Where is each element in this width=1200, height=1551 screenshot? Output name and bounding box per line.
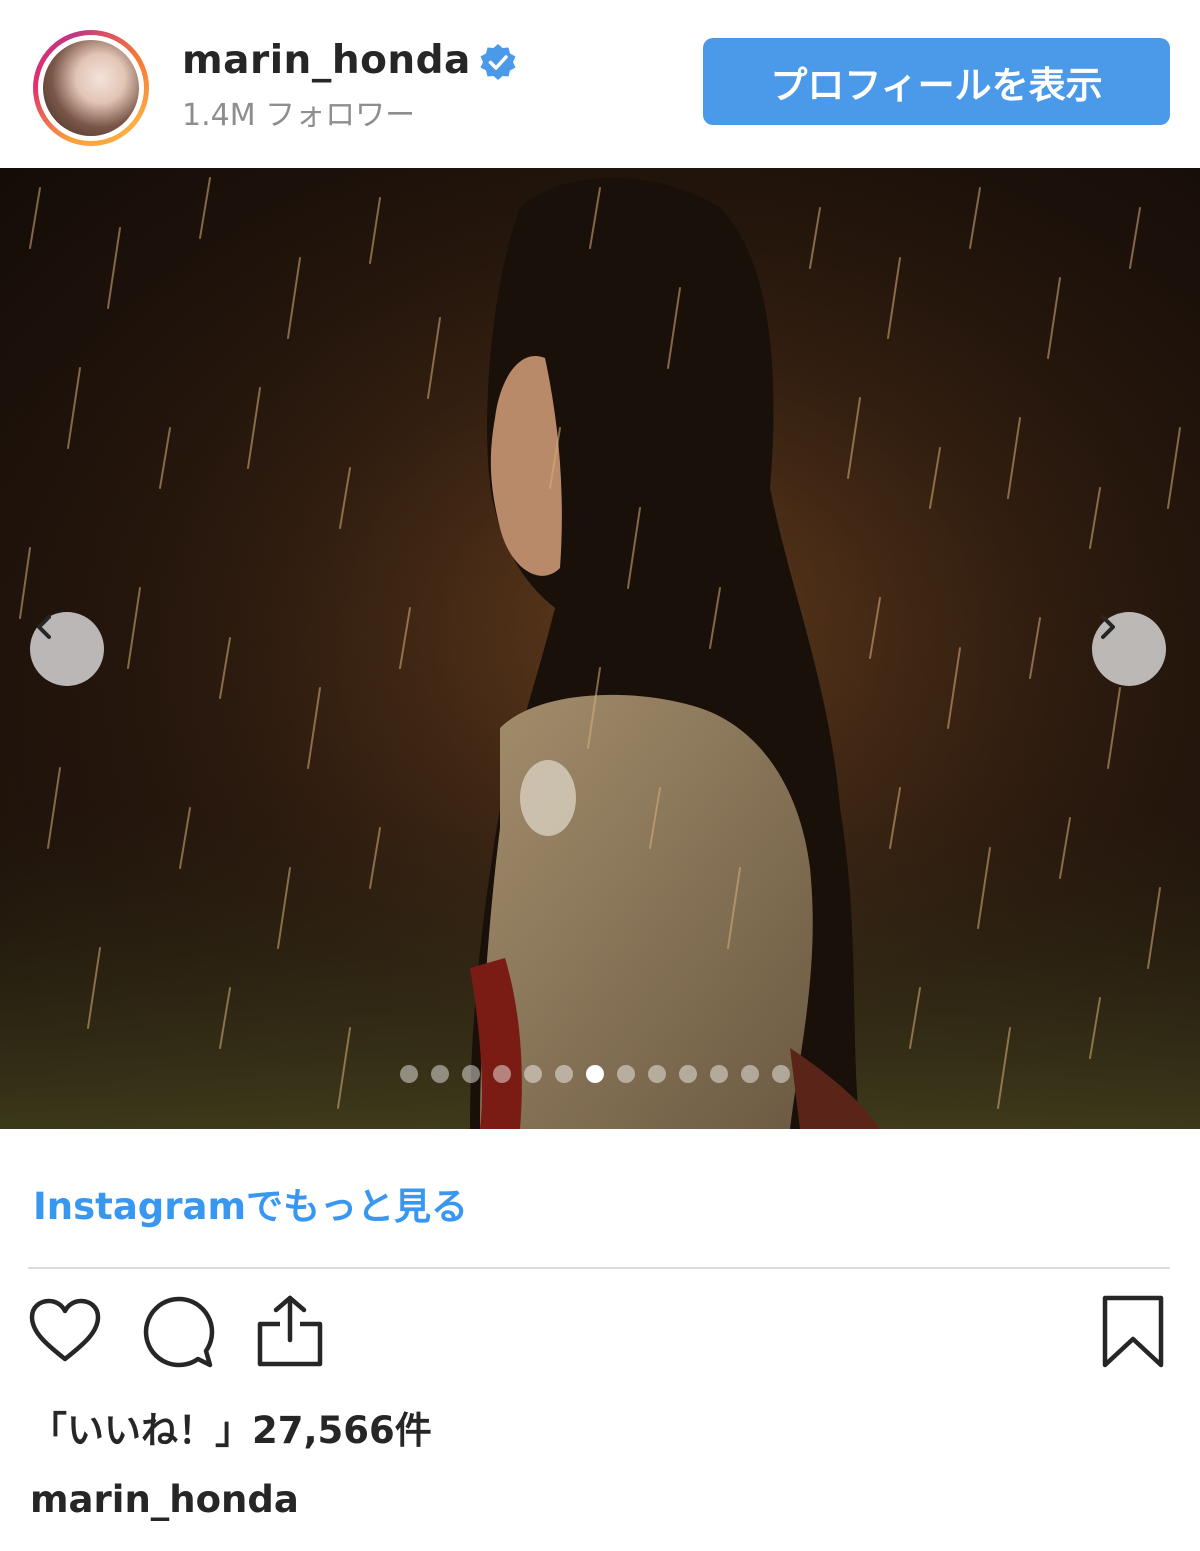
- view-profile-button[interactable]: プロフィールを表示: [703, 38, 1170, 125]
- carousel-dot: [679, 1065, 697, 1083]
- carousel-dot: [741, 1065, 759, 1083]
- like-count[interactable]: 「いいね！」27,566件: [30, 1400, 432, 1454]
- caption-username[interactable]: marin_honda: [30, 1478, 299, 1521]
- carousel-dot: [586, 1065, 604, 1083]
- carousel-dot: [431, 1065, 449, 1083]
- carousel-prev-button[interactable]: [30, 612, 104, 686]
- post-photo[interactable]: [0, 168, 1200, 1129]
- carousel-dot: [710, 1065, 728, 1083]
- username-link[interactable]: marin_honda: [182, 38, 471, 83]
- post-header: marin_honda 1.4M フォロワー プロフィールを表示: [0, 0, 1200, 168]
- carousel-dot: [555, 1065, 573, 1083]
- photo-scene: [0, 168, 1200, 1129]
- share-icon[interactable]: [252, 1292, 328, 1370]
- more-on-instagram-link[interactable]: Instagramでもっと見る: [33, 1176, 468, 1230]
- comment-icon[interactable]: [140, 1295, 216, 1371]
- carousel-dot: [400, 1065, 418, 1083]
- follower-count: 1.4M フォロワー: [182, 98, 416, 133]
- divider: [28, 1267, 1170, 1269]
- carousel-dot: [462, 1065, 480, 1083]
- carousel-dot: [772, 1065, 790, 1083]
- chevron-right-icon: [1101, 615, 1115, 639]
- avatar[interactable]: [33, 30, 149, 146]
- carousel-next-button[interactable]: [1092, 612, 1166, 686]
- carousel-dot: [617, 1065, 635, 1083]
- carousel-dot: [648, 1065, 666, 1083]
- avatar-border: [38, 35, 144, 141]
- heart-icon[interactable]: [26, 1295, 104, 1367]
- carousel-indicator: [400, 1065, 790, 1083]
- chevron-left-icon: [37, 615, 51, 639]
- verified-badge-icon: [480, 44, 516, 80]
- carousel-dot: [524, 1065, 542, 1083]
- bookmark-icon[interactable]: [1100, 1293, 1166, 1371]
- carousel-dot: [493, 1065, 511, 1083]
- avatar-image: [43, 40, 139, 136]
